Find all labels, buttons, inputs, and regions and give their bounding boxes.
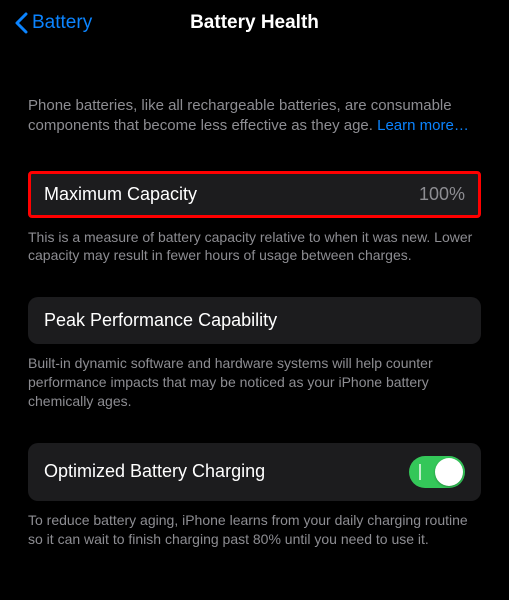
- peak-performance-caption: Built-in dynamic software and hardware s…: [28, 354, 481, 411]
- nav-header: Battery Battery Health: [0, 0, 509, 48]
- optimized-charging-row: Optimized Battery Charging: [28, 443, 481, 501]
- content-area: Phone batteries, like all rechargeable b…: [0, 96, 509, 549]
- learn-more-link[interactable]: Learn more…: [377, 117, 469, 134]
- max-capacity-value: 100%: [419, 184, 465, 205]
- max-capacity-caption: This is a measure of battery capacity re…: [28, 228, 481, 266]
- back-button[interactable]: Battery: [14, 12, 92, 34]
- max-capacity-label: Maximum Capacity: [44, 184, 197, 205]
- optimized-charging-toggle[interactable]: [409, 456, 465, 488]
- optimized-charging-label: Optimized Battery Charging: [44, 461, 265, 482]
- chevron-left-icon: [14, 12, 28, 34]
- peak-performance-row[interactable]: Peak Performance Capability: [28, 297, 481, 344]
- intro-description: Phone batteries, like all rechargeable b…: [28, 96, 481, 137]
- toggle-on-indicator-icon: [419, 464, 421, 480]
- max-capacity-row[interactable]: Maximum Capacity 100%: [28, 171, 481, 218]
- toggle-thumb-icon: [435, 458, 463, 486]
- back-label: Battery: [32, 12, 92, 34]
- optimized-charging-caption: To reduce battery aging, iPhone learns f…: [28, 511, 481, 549]
- peak-performance-label: Peak Performance Capability: [44, 310, 277, 331]
